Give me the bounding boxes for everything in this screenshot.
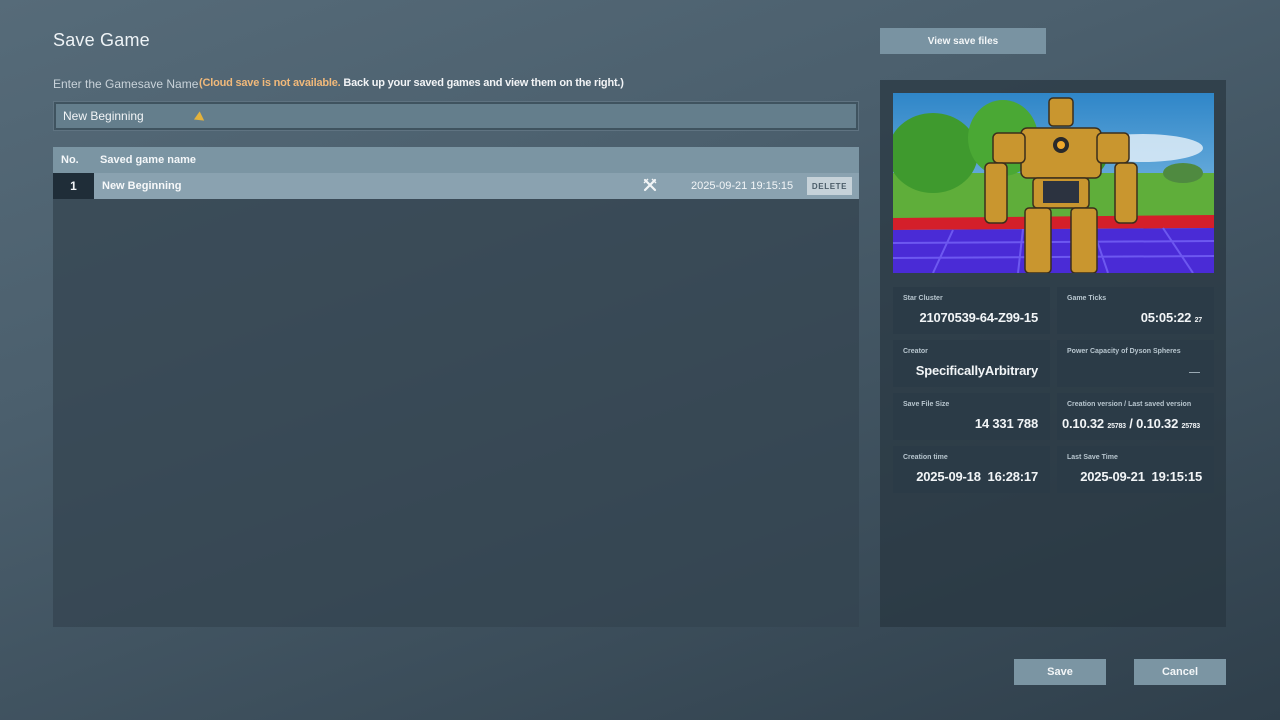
save-preview-image — [893, 93, 1214, 273]
page-title: Save Game — [53, 30, 150, 50]
game-ticks-value: 05:05:22 27 — [1141, 310, 1202, 325]
star-cluster-value: 21070539-64-Z99-15 — [919, 310, 1038, 325]
dyson-power-value — [1189, 372, 1200, 373]
game-ticks-main: 05:05:22 — [1140, 310, 1192, 325]
creation-time-value: 2025-09-18 16:28:17 — [916, 469, 1038, 484]
saved-build: 25783 — [1181, 423, 1201, 430]
creator-cell: Creator SpecificallyArbitrary — [893, 340, 1050, 387]
created-version: 0.10.32 — [1061, 416, 1104, 431]
last-save-time-cell: Last Save Time 2025-09-21 19:15:15 — [1057, 446, 1214, 493]
cloud-note-text: Back up your saved games and view them o… — [340, 77, 624, 89]
gamesave-name-label: Enter the Gamesave Name — [53, 77, 199, 91]
last-save-time-label: Last Save Time — [1067, 454, 1118, 461]
saved-version: 0.10.32 — [1136, 416, 1179, 431]
saved-games-table: No. Saved game name 1 New Beginning 2025… — [53, 147, 859, 627]
column-header-name: Saved game name — [100, 154, 196, 166]
view-save-files-button[interactable]: View save files — [880, 28, 1046, 54]
creation-time-cell: Creation time 2025-09-18 16:28:17 — [893, 446, 1050, 493]
cancel-button[interactable]: Cancel — [1134, 659, 1226, 685]
creator-label: Creator — [903, 348, 928, 355]
version-value: 0.10.32 25783 / 0.10.32 25783 — [1062, 416, 1200, 431]
row-number: 1 — [53, 173, 94, 199]
game-ticks-sub: 27 — [1194, 317, 1203, 324]
table-row[interactable]: 1 New Beginning 2025-09-21 19:15:15 DELE… — [53, 173, 859, 199]
version-separator: / — [1129, 416, 1133, 431]
file-size-value: 14 331 788 — [974, 416, 1038, 431]
created-build: 25783 — [1107, 423, 1126, 430]
creator-value: SpecificallyArbitrary — [915, 363, 1038, 378]
cloud-save-note: (Cloud save is not available. Back up yo… — [199, 77, 624, 89]
game-ticks-cell: Game Ticks 05:05:22 27 — [1057, 287, 1214, 334]
star-cluster-label: Star Cluster — [903, 295, 943, 302]
cloud-warning-text: (Cloud save is not available. — [199, 77, 341, 89]
star-cluster-cell: Star Cluster 21070539-64-Z99-15 — [893, 287, 1050, 334]
dyson-power-cell: Power Capacity of Dyson Spheres — [1057, 340, 1214, 387]
crossed-swords-icon — [643, 178, 657, 192]
save-button[interactable]: Save — [1014, 659, 1106, 685]
table-header: No. Saved game name — [53, 147, 859, 173]
file-size-cell: Save File Size 14 331 788 — [893, 393, 1050, 440]
delete-button[interactable]: DELETE — [807, 177, 852, 195]
save-details-panel: Star Cluster 21070539-64-Z99-15 Game Tic… — [880, 80, 1226, 627]
file-size-label: Save File Size — [903, 401, 950, 408]
row-save-time: 2025-09-21 19:15:15 — [691, 180, 794, 192]
creation-time-label: Creation time — [903, 454, 948, 461]
dyson-power-label: Power Capacity of Dyson Spheres — [1067, 348, 1181, 355]
last-save-time-value: 2025-09-21 19:15:15 — [1080, 469, 1202, 484]
gamesave-name-field — [53, 101, 859, 131]
version-label: Creation version / Last saved version — [1067, 401, 1192, 408]
gamesave-name-input[interactable] — [56, 104, 856, 128]
game-ticks-label: Game Ticks — [1067, 295, 1107, 302]
version-cell: Creation version / Last saved version 0.… — [1057, 393, 1214, 440]
column-header-no: No. — [61, 154, 79, 166]
